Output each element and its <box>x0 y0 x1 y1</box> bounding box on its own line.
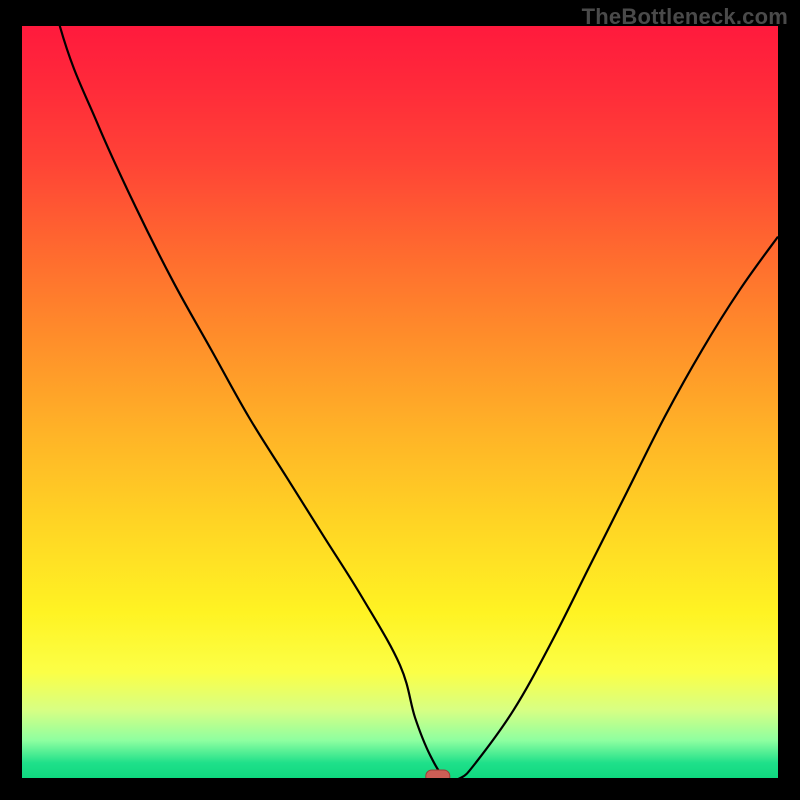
bottleneck-curve <box>22 26 778 778</box>
plot-area <box>22 26 778 778</box>
minimum-marker <box>426 770 450 778</box>
curve-svg <box>22 26 778 778</box>
chart-frame: TheBottleneck.com <box>0 0 800 800</box>
